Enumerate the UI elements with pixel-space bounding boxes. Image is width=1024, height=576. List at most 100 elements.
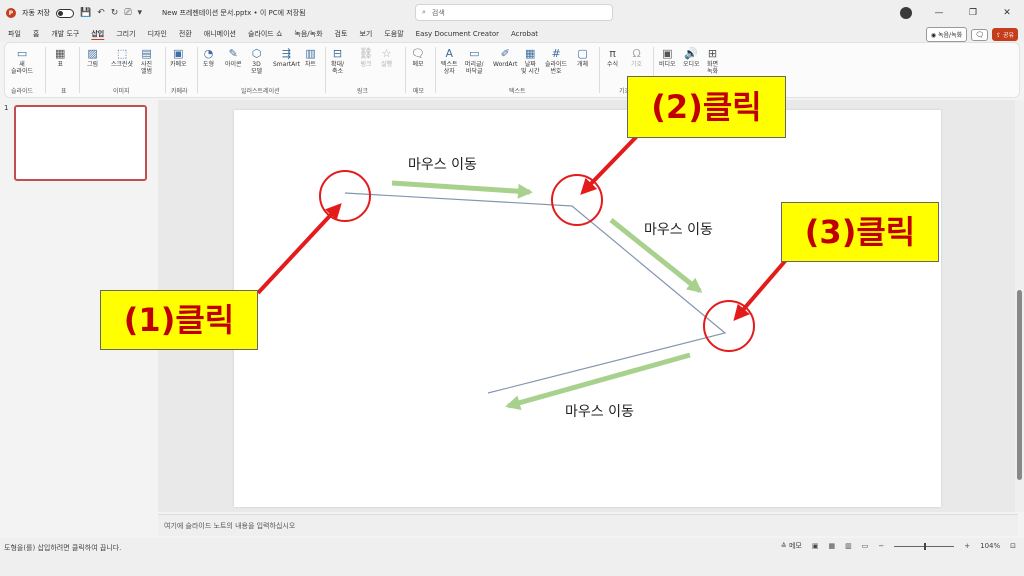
table-label: 표 bbox=[57, 61, 63, 68]
video-label: 비디오 bbox=[659, 61, 676, 68]
notes-toggle-button[interactable]: ≙ 메모 bbox=[781, 541, 802, 551]
slide-sorter-icon[interactable]: ▦ bbox=[828, 542, 835, 550]
move-label-2: 마우스 이동 bbox=[644, 222, 713, 238]
normal-view-icon[interactable]: ▣ bbox=[812, 542, 819, 550]
vertical-scrollbar[interactable] bbox=[1015, 100, 1024, 512]
picture-label: 그림 bbox=[87, 61, 99, 68]
notes-pane[interactable]: 여기에 슬라이드 노트의 내용을 입력하십시오 bbox=[158, 514, 1018, 536]
tab-7[interactable]: 애니메이션 bbox=[198, 29, 242, 39]
comment-button[interactable]: 🗨 메모 bbox=[411, 47, 425, 68]
date-time-button[interactable]: ▦ 날짜 및 시간 bbox=[521, 47, 539, 75]
cameo-button[interactable]: ▣ 카메오 bbox=[170, 47, 187, 68]
slideshow-icon[interactable]: ▭ bbox=[862, 542, 869, 550]
zoom-out-icon[interactable]: − bbox=[878, 542, 884, 550]
document-title[interactable]: New 프레젠테이션 문서.pptx • 이 PC에 저장됨 bbox=[162, 8, 306, 18]
record-button[interactable]: ◉ 녹음/녹화 bbox=[925, 27, 968, 42]
photo-album-button[interactable]: ▤ 사진 앨범 bbox=[141, 47, 152, 75]
slide-canvas[interactable] bbox=[234, 110, 941, 507]
undo-icon[interactable]: ↶ bbox=[97, 8, 105, 18]
save-icon[interactable]: 💾 bbox=[80, 8, 91, 18]
quick-access-toolbar: P 자동 저장 💾 ↶ ↻ ⎚ ▾ New 프레젠테이션 문서.pptx • 이… bbox=[0, 8, 306, 18]
screen-recording-button[interactable]: ⊞ 화면 녹화 bbox=[707, 47, 718, 75]
customize-toolbar-icon[interactable]: ▾ bbox=[138, 8, 143, 18]
icons-button[interactable]: ✎ 아이콘 bbox=[225, 47, 242, 68]
textbox-button[interactable]: A 텍스트 상자 bbox=[441, 47, 458, 75]
autosave-toggle[interactable] bbox=[56, 8, 74, 18]
chart-icon: ▥ bbox=[305, 47, 316, 60]
shapes-button[interactable]: ◔ 도형 bbox=[203, 47, 214, 68]
slide-number-button[interactable]: # 슬라이드 번호 bbox=[545, 47, 567, 75]
tab-14[interactable]: Acrobat bbox=[505, 30, 544, 38]
group-separator bbox=[45, 47, 46, 93]
smartart-button[interactable]: ⇶ SmartArt bbox=[273, 47, 300, 68]
audio-label: 오디오 bbox=[683, 61, 700, 68]
present-from-start-icon[interactable]: ⎚ bbox=[124, 8, 131, 18]
tab-13[interactable]: Easy Document Creator bbox=[410, 30, 505, 38]
3d-models-button[interactable]: ⬡ 3D 모델 bbox=[251, 47, 262, 75]
group-separator bbox=[79, 47, 80, 93]
redo-icon[interactable]: ↻ bbox=[111, 8, 119, 18]
group-label-images: 이미지 bbox=[113, 88, 130, 95]
wordart-label: WordArt bbox=[493, 61, 518, 68]
zoom-slider[interactable] bbox=[894, 542, 955, 550]
tab-1[interactable]: 홈 bbox=[27, 29, 45, 39]
equation-label: 수식 bbox=[607, 61, 619, 68]
user-avatar[interactable] bbox=[900, 7, 912, 19]
audio-button[interactable]: 🔊 오디오 bbox=[683, 47, 700, 68]
fit-to-window-icon[interactable]: ⊡ bbox=[1010, 542, 1016, 550]
tab-3[interactable]: 삽입 bbox=[85, 29, 110, 39]
wordart-button[interactable]: ✐ WordArt bbox=[493, 47, 517, 68]
tab-11[interactable]: 보기 bbox=[353, 29, 378, 39]
search-box[interactable]: ⌕ 검색 bbox=[415, 4, 613, 21]
date-time-label: 날짜 및 시간 bbox=[521, 61, 540, 75]
tab-10[interactable]: 검토 bbox=[329, 29, 354, 39]
header-footer-button[interactable]: ▭ 머리글/ 바닥글 bbox=[465, 47, 484, 75]
cube-icon: ⬡ bbox=[251, 47, 262, 60]
screenshot-icon: ⬚ bbox=[116, 47, 128, 60]
tab-6[interactable]: 전환 bbox=[173, 29, 198, 39]
notes-toggle-label: 메모 bbox=[788, 542, 802, 550]
share-button[interactable]: ⇪ 공유 bbox=[992, 28, 1018, 41]
equation-button[interactable]: π 수식 bbox=[607, 47, 618, 68]
omega-icon: Ω bbox=[632, 47, 641, 60]
tab-0[interactable]: 파일 bbox=[2, 29, 27, 39]
click-label-2: (2)클릭 bbox=[627, 76, 786, 138]
tab-bar-actions: ◉ 녹음/녹화 🗨 ⇪ 공유 bbox=[925, 27, 1018, 42]
share-button-label: 공유 bbox=[1002, 32, 1014, 39]
zoom-label: 확대/ 축소 bbox=[331, 61, 345, 75]
move-label-3: 마우스 이동 bbox=[565, 404, 634, 420]
zoom-level[interactable]: 104% bbox=[980, 542, 1000, 550]
table-icon: ▦ bbox=[55, 47, 66, 60]
group-label-text: 텍스트 bbox=[509, 88, 526, 95]
picture-button[interactable]: ▨ 그림 bbox=[87, 47, 98, 68]
object-button[interactable]: ▢ 개체 bbox=[577, 47, 588, 68]
speaker-icon: 🔊 bbox=[684, 47, 699, 60]
zoom-in-icon[interactable]: + bbox=[964, 542, 970, 550]
ribbon-insert: ▭ 새 슬라이드 ▦ 표 ▨ 그림 ⬚ 스크린샷 ▤ 사진 앨범 ▣ 카메오 ◔… bbox=[4, 42, 1020, 98]
tab-12[interactable]: 도움말 bbox=[378, 29, 409, 39]
tab-4[interactable]: 그리기 bbox=[110, 29, 141, 39]
chart-button[interactable]: ▥ 차트 bbox=[305, 47, 316, 68]
tab-5[interactable]: 디자인 bbox=[142, 29, 173, 39]
scrollbar-thumb[interactable] bbox=[1017, 290, 1022, 480]
zoom-button[interactable]: ⊟ 확대/ 축소 bbox=[331, 47, 344, 75]
tab-9[interactable]: 녹음/녹화 bbox=[288, 29, 328, 39]
table-button[interactable]: ▦ 표 bbox=[55, 47, 65, 68]
tab-2[interactable]: 개발 도구 bbox=[45, 29, 85, 39]
new-slide-button[interactable]: ▭ 새 슬라이드 bbox=[11, 47, 33, 75]
comments-button[interactable]: 🗨 bbox=[971, 28, 989, 41]
screenshot-label: 스크린샷 bbox=[111, 61, 134, 68]
restore-icon[interactable]: ❐ bbox=[966, 8, 980, 18]
screenshot-button[interactable]: ⬚ 스크린샷 bbox=[111, 47, 133, 68]
slide-thumbnail[interactable] bbox=[14, 105, 147, 181]
link-button: ⛓ 링크 bbox=[359, 47, 373, 68]
group-label-illustrations: 일러스트레이션 bbox=[241, 88, 280, 95]
action-icon: ☆ bbox=[381, 47, 392, 60]
minimize-icon[interactable]: — bbox=[932, 8, 946, 18]
video-button[interactable]: ▣ 비디오 bbox=[659, 47, 676, 68]
close-icon[interactable]: ✕ bbox=[1000, 8, 1014, 18]
symbol-button: Ω 기호 bbox=[631, 47, 642, 68]
tab-8[interactable]: 슬라이드 쇼 bbox=[242, 29, 288, 39]
status-bar: 도형을(를) 삽입하려면 클릭하여 끕니다. ≙ 메모 ▣ ▦ ▥ ▭ − + … bbox=[0, 538, 1024, 576]
reading-view-icon[interactable]: ▥ bbox=[845, 542, 852, 550]
